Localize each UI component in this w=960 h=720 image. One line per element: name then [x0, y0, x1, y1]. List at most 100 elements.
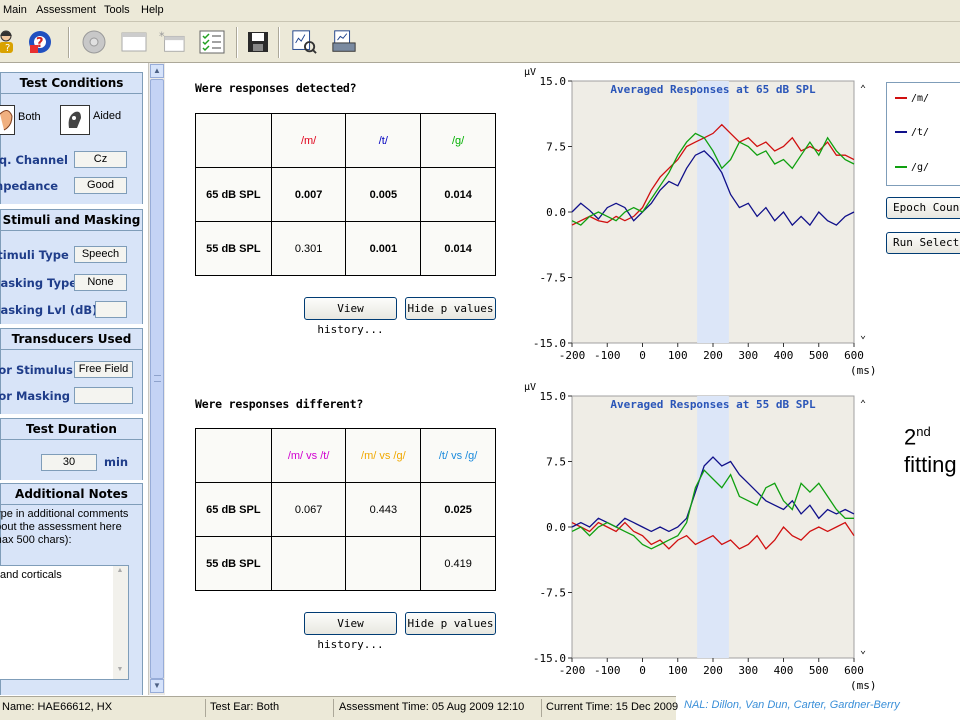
view-history-button[interactable]: View history... [304, 297, 397, 336]
status-separator [333, 699, 334, 717]
channel-field[interactable]: Cz [74, 151, 127, 168]
transducers-section: For Stimulus Free Field For Masking [0, 350, 143, 414]
x-tick-label: 200 [703, 349, 723, 362]
scroll-grip-icon [154, 375, 161, 382]
p-value-cell [270, 536, 347, 591]
p-value-cell: 0.005 [345, 167, 422, 222]
masking-type-field[interactable]: None [74, 274, 127, 291]
y-axis-label: µV [524, 67, 536, 78]
y-tick-label: -7.5 [540, 587, 567, 600]
left-panel-scrollbar[interactable]: ▲ ▼ [148, 63, 165, 695]
chevron-down-icon: ⌄ [860, 645, 866, 656]
menu-bar: Main Assessment Tools Help [0, 0, 960, 22]
table-corner [195, 428, 272, 483]
duration-field[interactable]: 30 [41, 454, 97, 471]
for-masking-label: For Masking [0, 389, 71, 403]
chart-svg: 15.07.50.0-7.5-15.0-200 -100 0 100 200 300 400… [524, 67, 877, 377]
legend-swatch [895, 166, 907, 168]
stimuli-type-field[interactable]: Speech [74, 246, 127, 263]
stimuli-type-label: Stimuli Type [0, 248, 69, 262]
header-cell: /t/ vs /g/ [420, 428, 496, 483]
chart-legend: /m/ /t/ /g/ [886, 82, 960, 186]
p-value-cell: 0.443 [345, 482, 422, 537]
y-tick-label: 7.5 [546, 141, 566, 154]
response-chart-65: 15.0 7.5 0.0 -7.5 -15.0 -200 -100 0 100 200 300 400… [520, 64, 880, 380]
header-cell: /m/ vs /g/ [345, 428, 422, 483]
legend-label: /g/ [911, 162, 930, 173]
menu-tools[interactable]: Tools [104, 4, 130, 16]
epoch-count-button[interactable]: Epoch Count [886, 197, 960, 219]
masking-level-label: Masking Lvl (dB) [0, 303, 98, 317]
notes-scrollbar[interactable]: ▲ ▼ [113, 566, 128, 679]
x-tick-label: 300 [738, 664, 758, 677]
legend-swatch [895, 131, 907, 133]
transducers-header: Transducers Used [0, 328, 143, 350]
x-tick-label: 500 [809, 664, 829, 677]
menu-assessment[interactable]: Assessment [36, 4, 96, 16]
view-history-button[interactable]: View history... [304, 612, 397, 651]
x-tick-label: -100 [594, 664, 621, 677]
header-cell: /t/ [345, 113, 422, 168]
y-tick-label: 0.0 [546, 521, 566, 534]
p-value-cell: 0.025 [420, 482, 496, 537]
toolbar-separator [236, 27, 238, 58]
status-current-time: Current Time: 15 Dec 2009 [546, 701, 679, 713]
print-report-icon[interactable] [330, 28, 358, 56]
p-value-cell: 0.301 [270, 221, 347, 276]
save-icon[interactable] [244, 28, 272, 56]
for-masking-field[interactable] [74, 387, 133, 404]
detected-title: Were responses detected? [195, 81, 357, 95]
scroll-up-icon[interactable]: ▲ [150, 64, 164, 78]
view-report-icon[interactable] [290, 28, 318, 56]
table-row: 55 dB SPL 0.419 [195, 536, 496, 591]
scroll-thumb[interactable] [150, 79, 164, 679]
x-tick-label: 0 [639, 349, 646, 362]
window-icon[interactable] [120, 28, 148, 56]
new-window-icon[interactable]: * [158, 28, 186, 56]
credit-text: NAL: Dillon, Van Dun, Carter, Gardner-Be… [684, 699, 900, 711]
hide-p-values-button[interactable]: Hide p values [405, 297, 496, 320]
different-title: Were responses different? [195, 397, 364, 411]
notes-scroll-down-icon[interactable]: ▼ [114, 666, 126, 678]
stimulus-disc-icon[interactable] [80, 28, 108, 56]
for-stimulus-field[interactable]: Free Field [74, 361, 133, 378]
masking-level-field[interactable] [95, 301, 127, 318]
run-selection-button[interactable]: Run Selection [886, 232, 960, 254]
channel-label: Eq. Channel [0, 153, 68, 167]
slide-label-word: fitting [904, 452, 957, 478]
p-value-cell: 0.014 [420, 167, 496, 222]
both-ears-icon[interactable] [0, 105, 15, 135]
menu-main[interactable]: Main [3, 4, 27, 16]
hide-p-values-button[interactable]: Hide p values [405, 612, 496, 635]
legend-swatch [895, 97, 907, 99]
aided-label: Aided [93, 110, 122, 122]
table-row: 55 dB SPL 0.301 0.001 0.014 [195, 221, 496, 276]
x-tick-label: 600 [844, 349, 864, 362]
menu-help[interactable]: Help [141, 4, 164, 16]
notes-textarea[interactable]: and corticals ▲ ▼ [0, 565, 129, 680]
x-tick-label: -200 [559, 664, 586, 677]
stimuli-header: Stimuli and Masking [0, 209, 143, 231]
notes-prompt: Type in additional comments about the as… [0, 508, 129, 546]
legend-item-g: /g/ [895, 162, 929, 173]
x-tick-label: 0 [639, 664, 646, 677]
impedance-field[interactable]: Good [74, 177, 127, 194]
legend-label: /t/ [911, 127, 930, 138]
help-question-icon[interactable]: ? [26, 28, 54, 56]
notes-scroll-up-icon[interactable]: ▲ [114, 567, 126, 579]
toolbar-separator [278, 27, 280, 58]
legend-label: /m/ [911, 93, 930, 104]
slide-label-suffix: nd [916, 424, 931, 439]
x-tick-label: 100 [668, 664, 688, 677]
checklist-icon[interactable] [198, 28, 226, 56]
help-person-icon[interactable]: ? [0, 28, 20, 56]
aided-icon[interactable] [60, 105, 90, 135]
notes-text: and corticals [0, 569, 62, 581]
x-tick-label: 600 [844, 664, 864, 677]
test-conditions-header: Test Conditions [0, 72, 143, 94]
response-chart-55: 15.0 7.5 0.0 -7.5 -15.0 -200 -100 0 100 200 300 400… [520, 379, 880, 695]
detected-table: /m/ /t/ /g/ 65 dB SPL 0.007 0.005 0.014 … [195, 113, 496, 276]
scroll-down-icon[interactable]: ▼ [150, 679, 164, 693]
y-tick-label: 0.0 [546, 206, 566, 219]
status-name: Name: HAE66612, HX [2, 701, 113, 713]
